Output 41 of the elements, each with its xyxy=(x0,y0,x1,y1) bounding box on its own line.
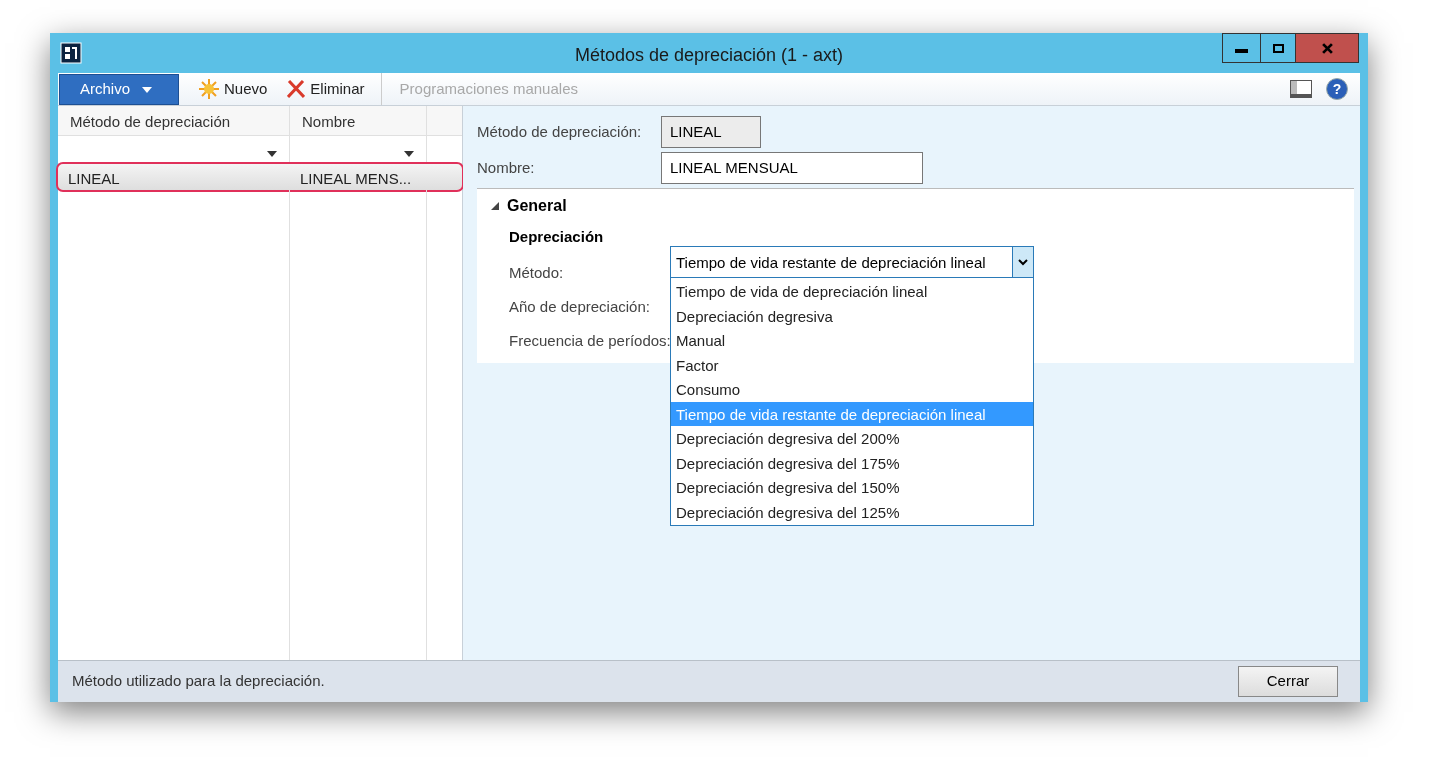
field-label: Año de depreciación: xyxy=(509,297,650,315)
window-title: Métodos de depreciación (1 - axt) xyxy=(574,44,844,67)
table-row[interactable]: LINEAL LINEAL MENS... xyxy=(58,164,462,190)
group-title: Depreciación xyxy=(509,227,605,247)
field-label: Método de depreciación: xyxy=(477,121,643,142)
status-text: Método utilizado para la depreciación. xyxy=(72,671,325,692)
dropdown-option[interactable]: Depreciación degresiva del 200% xyxy=(671,426,1033,451)
table-cell-text: LINEAL xyxy=(67,169,121,189)
dropdown-option[interactable]: Consumo xyxy=(671,377,1033,402)
field-label: Nombre: xyxy=(477,157,536,178)
caret-icon xyxy=(142,87,153,93)
file-menu-button[interactable]: Archivo xyxy=(59,73,179,105)
dropdown-option[interactable]: Depreciación degresiva del 125% xyxy=(671,499,1033,524)
filter-dropdown-icon[interactable] xyxy=(267,151,277,157)
close-dialog-button[interactable]: Cerrar xyxy=(1238,666,1338,697)
dropdown-option[interactable]: Depreciación degresiva del 150% xyxy=(671,475,1033,500)
dropdown-option[interactable]: Depreciación degresiva del 175% xyxy=(671,450,1033,475)
field-label: Frecuencia de períodos: xyxy=(509,331,671,349)
app-logo-icon xyxy=(60,42,82,64)
dropdown-option[interactable]: Depreciación degresiva xyxy=(671,303,1033,328)
dropdown-option[interactable]: Manual xyxy=(671,328,1033,353)
sun-icon xyxy=(199,79,219,99)
dropdown-option[interactable]: Tiempo de vida de depreciación lineal xyxy=(671,279,1033,304)
delete-x-icon xyxy=(287,80,306,98)
method-dropdown[interactable]: Tiempo de vida restante de depreciación lineal xyxy=(670,246,1034,278)
layout-icon[interactable] xyxy=(1290,80,1312,98)
text-field[interactable]: LINEAL MENSUAL xyxy=(661,152,923,184)
close-icon xyxy=(1321,42,1333,54)
field-label: Método: xyxy=(509,263,564,281)
collapse-triangle-icon[interactable] xyxy=(491,202,499,210)
section-title[interactable]: General xyxy=(507,194,567,218)
chevron-down-icon[interactable] xyxy=(1018,258,1028,266)
column-header[interactable]: Método de depreciación xyxy=(58,106,290,135)
filter-dropdown-icon[interactable] xyxy=(404,151,414,157)
table-cell-text: LINEAL MENS... xyxy=(299,169,413,189)
column-header[interactable]: Nombre xyxy=(290,106,427,135)
close-button[interactable] xyxy=(1296,34,1358,62)
new-button[interactable]: Nuevo xyxy=(189,73,278,105)
help-button[interactable]: ? xyxy=(1326,78,1348,100)
delete-button[interactable]: Eliminar xyxy=(277,73,375,105)
dropdown-option[interactable]: Factor xyxy=(671,352,1033,377)
